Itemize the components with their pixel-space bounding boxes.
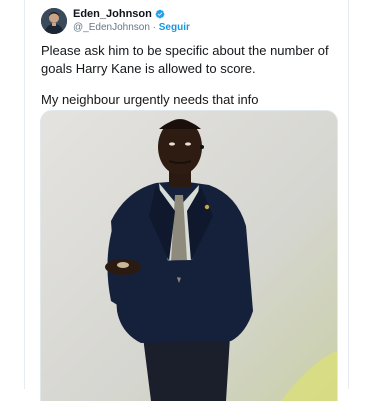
handle-row: @_EdenJohnson · Seguir bbox=[73, 21, 190, 34]
tweet-photo[interactable] bbox=[40, 110, 338, 401]
user-block: Eden_Johnson @_EdenJohnson · Seguir bbox=[73, 7, 190, 34]
author-name[interactable]: Eden_Johnson bbox=[73, 7, 152, 21]
profile-avatar-icon[interactable] bbox=[41, 8, 67, 34]
tweet-header: Eden_Johnson @_EdenJohnson · Seguir bbox=[41, 8, 190, 34]
follow-button[interactable]: Seguir bbox=[159, 22, 190, 33]
author-handle[interactable]: @_EdenJohnson bbox=[73, 22, 150, 33]
avatar-image bbox=[41, 8, 67, 34]
man-in-suit-photo-icon bbox=[41, 111, 337, 401]
verified-badge-icon bbox=[155, 9, 165, 19]
tweet-paragraph-2: My neighbour urgently needs that info bbox=[41, 92, 259, 107]
name-row: Eden_Johnson bbox=[73, 7, 190, 21]
tweet-card: Eden_Johnson @_EdenJohnson · Seguir Plea… bbox=[24, 0, 349, 401]
tweet-paragraph-1: Please ask him to be specific about the … bbox=[41, 43, 329, 76]
